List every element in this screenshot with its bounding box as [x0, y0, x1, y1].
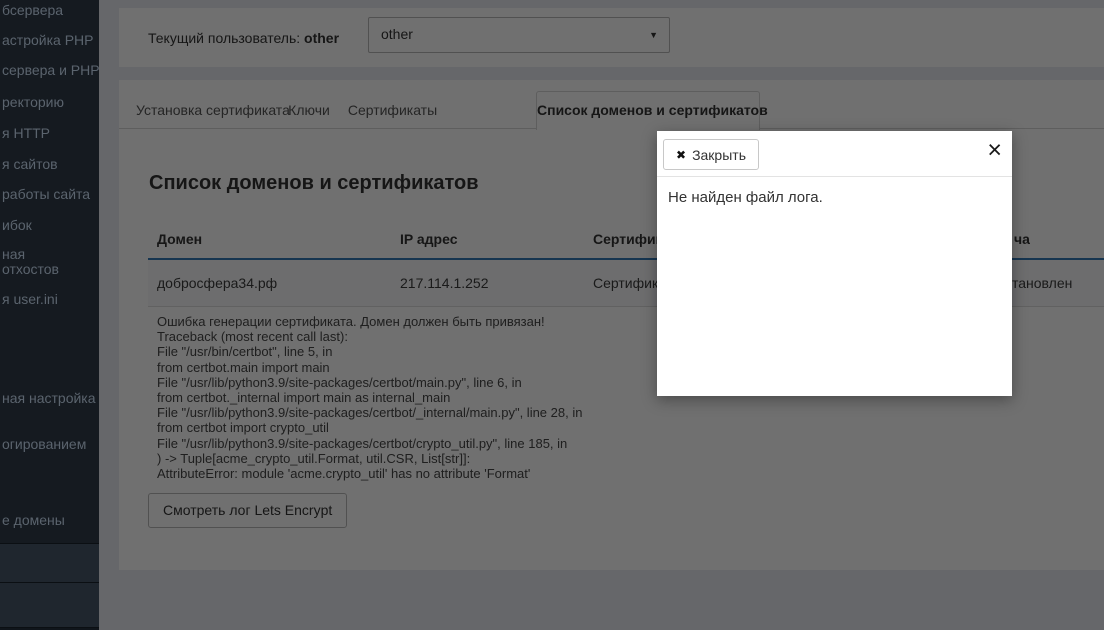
modal-close-button-label: Закрыть	[692, 147, 746, 163]
modal-x-close-icon[interactable]: ×	[987, 133, 1002, 168]
sidebar-item[interactable]: отхостов	[2, 261, 59, 277]
sidebar-item[interactable]: я user.ini	[2, 291, 58, 307]
sidebar: бсервера астройка PHP сервера и PHP рект…	[0, 0, 99, 630]
modal-close-button[interactable]: ✖ Закрыть	[663, 139, 759, 170]
sidebar-item[interactable]: огированием	[2, 436, 86, 452]
sidebar-item[interactable]: я HTTP	[2, 125, 50, 141]
sidebar-item[interactable]: сервера и PHP	[2, 62, 100, 78]
app-root: бсервера астройка PHP сервера и PHP рект…	[0, 0, 1104, 630]
sidebar-item[interactable]: ибок	[2, 217, 32, 233]
sidebar-item[interactable]: ректорию	[2, 94, 64, 110]
sidebar-item[interactable]: ная	[2, 246, 25, 262]
modal-body: Не найден файл лога.	[657, 177, 1012, 218]
sidebar-item[interactable]: е домены	[2, 512, 65, 528]
sidebar-item[interactable]: ная настройка	[2, 390, 96, 406]
sidebar-footer-item-1[interactable]	[0, 543, 99, 582]
modal-header: ✖ Закрыть ×	[657, 131, 1012, 177]
log-modal: ✖ Закрыть × Не найден файл лога.	[657, 131, 1012, 396]
modal-message: Не найден файл лога.	[668, 189, 823, 206]
sidebar-item[interactable]: работы сайта	[2, 186, 90, 202]
close-icon: ✖	[676, 148, 686, 162]
sidebar-item[interactable]: бсервера	[2, 2, 63, 18]
sidebar-item[interactable]: астройка PHP	[2, 32, 94, 48]
sidebar-footer-item-2[interactable]	[0, 582, 99, 627]
sidebar-item[interactable]: я сайтов	[2, 156, 58, 172]
